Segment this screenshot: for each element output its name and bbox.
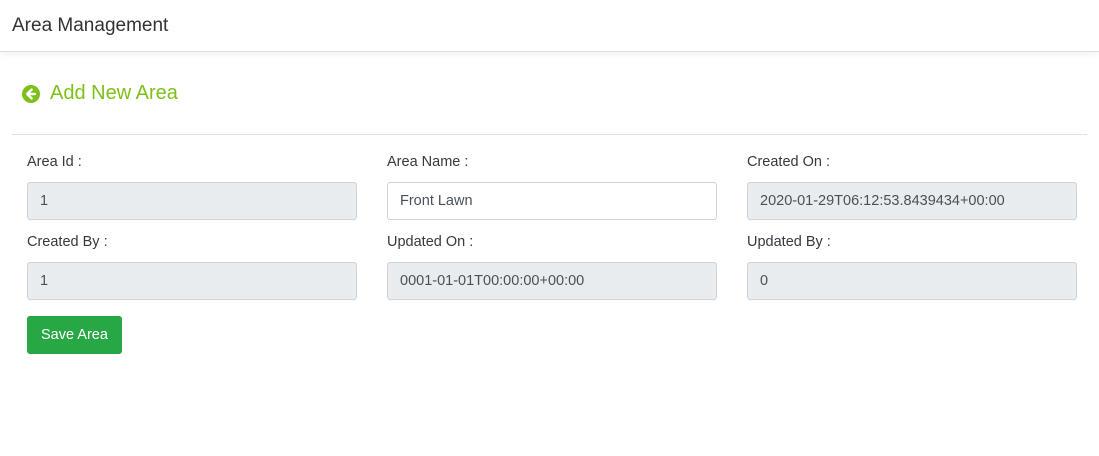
area-name-label: Area Name : [387,154,469,170]
arrow-circle-left-icon[interactable] [22,84,40,103]
created-by-field[interactable] [27,262,357,300]
updated-by-label: Updated By : [747,234,831,250]
top-bar: Area Management [0,0,1099,52]
form-row: Created By : Updated On : Updated By : [27,233,1077,300]
updated-on-group: Updated On : [387,233,717,300]
main-content: Add New Area Area Id : Area Name : Creat… [0,52,1099,354]
area-form: Area Id : Area Name : Created On : Creat… [12,135,1087,354]
updated-by-group: Updated By : [747,233,1077,300]
area-id-field[interactable] [27,182,357,220]
updated-on-field[interactable] [387,262,717,300]
area-id-label: Area Id : [27,154,82,170]
page-title: Area Management [12,14,169,36]
created-on-group: Created On : [747,153,1077,220]
section-header: Add New Area [12,52,1087,135]
created-on-field[interactable] [747,182,1077,220]
area-name-field[interactable] [387,182,717,220]
updated-by-field[interactable] [747,262,1077,300]
save-area-button[interactable]: Save Area [27,316,122,354]
section-title: Add New Area [50,81,178,104]
created-by-group: Created By : [27,233,357,300]
updated-on-label: Updated On : [387,234,474,250]
created-on-label: Created On : [747,154,831,170]
area-id-group: Area Id : [27,153,357,220]
form-row: Area Id : Area Name : Created On : [27,153,1077,220]
created-by-label: Created By : [27,234,108,250]
area-name-group: Area Name : [387,153,717,220]
